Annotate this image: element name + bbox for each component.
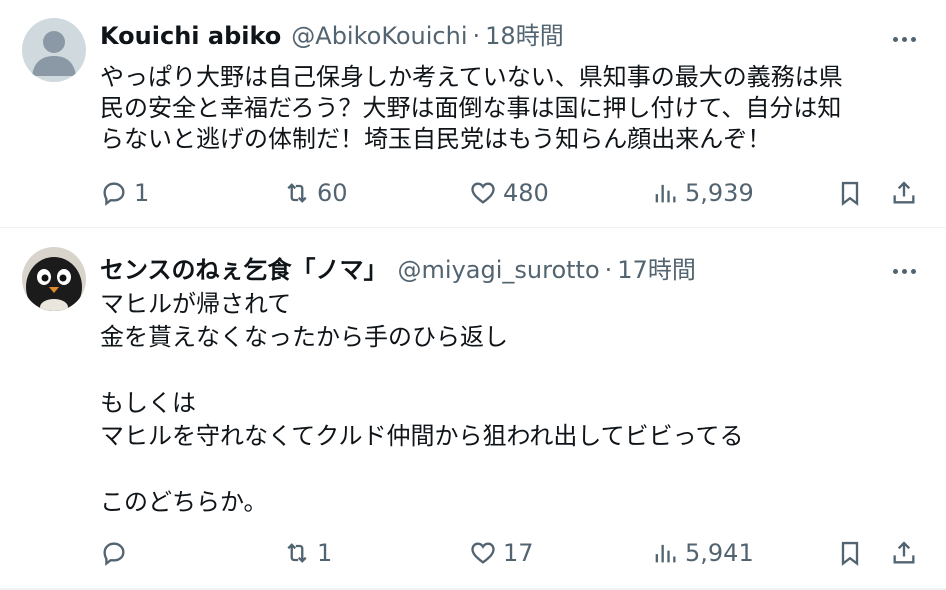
- default-avatar-icon: [22, 18, 86, 82]
- like-button[interactable]: 17: [469, 533, 534, 573]
- avatar[interactable]: [22, 247, 86, 311]
- views-button[interactable]: 5,939: [651, 173, 754, 213]
- share-button[interactable]: [890, 533, 918, 573]
- action-bar: 1 17 5,941: [100, 533, 930, 573]
- display-name[interactable]: Kouichi abiko: [100, 22, 281, 50]
- repost-count: 1: [317, 539, 333, 567]
- tweet[interactable]: センスのねぇ乞食「ノマ」 @miyagi_surotto · 17時間 マヒルが…: [0, 228, 946, 590]
- repost-icon: [287, 183, 307, 203]
- tweet-text: やっぱり大野は自己保身しか考えていない、県知事の最大の義務は県 民の安全と幸福だ…: [100, 63, 843, 153]
- bookmark-button[interactable]: [836, 173, 864, 213]
- like-count: 17: [503, 539, 534, 567]
- views-button[interactable]: 5,941: [651, 533, 754, 573]
- tweet-header: センスのねぇ乞食「ノマ」 @miyagi_surotto · 17時間: [100, 250, 866, 286]
- like-count: 480: [503, 179, 549, 207]
- more-options-icon[interactable]: [884, 256, 924, 286]
- separator-dot: ·: [472, 22, 481, 50]
- bookmark-button[interactable]: [836, 533, 864, 573]
- view-count: 5,939: [685, 179, 754, 207]
- user-handle[interactable]: @AbikoKouichi: [291, 22, 467, 50]
- share-icon: [893, 181, 915, 204]
- reply-icon: [103, 542, 125, 566]
- heart-icon: [471, 542, 495, 564]
- action-bar: 1 60 480 5,939: [100, 173, 930, 213]
- bookmark-icon: [841, 181, 859, 206]
- bookmark-icon: [841, 541, 859, 566]
- share-button[interactable]: [890, 173, 918, 213]
- reply-count: 1: [134, 179, 150, 207]
- reply-button[interactable]: 1: [100, 173, 149, 213]
- tweet-text: マヒルが帰されて 金を貰えなくなったから手のひら返し もしくは マヒルを守れなく…: [100, 290, 744, 516]
- tweet[interactable]: Kouichi abiko @AbikoKouichi · 18時間 やっぱり大…: [0, 0, 946, 227]
- reply-button[interactable]: [100, 533, 134, 573]
- views-icon: [655, 544, 676, 563]
- user-handle[interactable]: @miyagi_surotto: [398, 256, 600, 284]
- repost-button[interactable]: 60: [283, 173, 348, 213]
- repost-count: 60: [317, 179, 348, 207]
- views-icon: [655, 184, 676, 203]
- penguin-avatar-icon: [22, 247, 86, 311]
- more-options-icon[interactable]: [884, 24, 924, 54]
- share-icon: [893, 541, 915, 564]
- avatar[interactable]: [22, 18, 86, 82]
- like-button[interactable]: 480: [469, 173, 549, 213]
- timestamp[interactable]: 17時間: [617, 250, 696, 285]
- repost-button[interactable]: 1: [283, 533, 332, 573]
- timestamp[interactable]: 18時間: [485, 16, 564, 51]
- reply-icon: [103, 182, 125, 206]
- tweet-header: Kouichi abiko @AbikoKouichi · 18時間: [100, 16, 866, 52]
- view-count: 5,941: [685, 539, 754, 567]
- heart-icon: [471, 182, 495, 204]
- repost-icon: [287, 543, 307, 563]
- separator-dot: ·: [604, 256, 613, 284]
- display-name[interactable]: センスのねぇ乞食「ノマ」: [100, 250, 388, 285]
